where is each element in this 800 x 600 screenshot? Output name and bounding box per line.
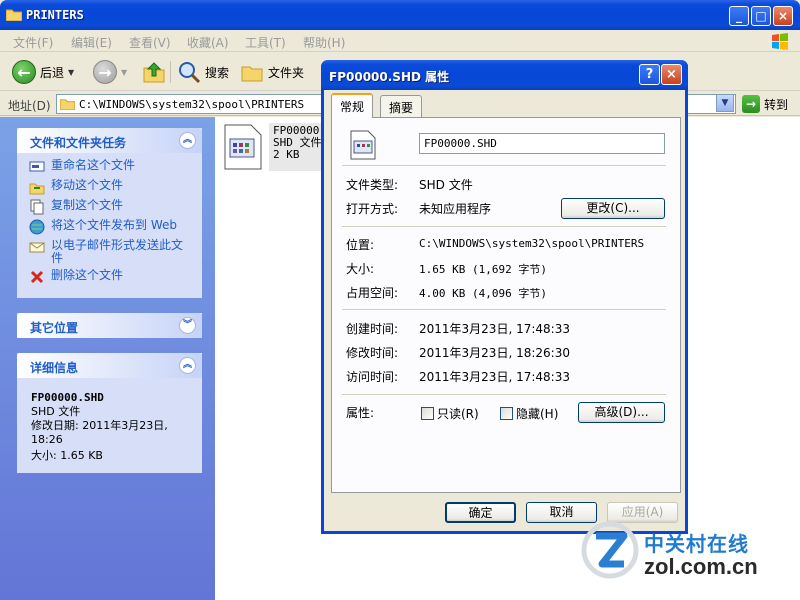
up-folder-icon — [143, 62, 165, 83]
separator — [342, 226, 666, 228]
location-label: 位置: — [346, 238, 375, 252]
toolbar-separator — [170, 61, 171, 83]
up-folder-button[interactable] — [142, 59, 166, 85]
forward-arrow-icon: → — [93, 60, 117, 84]
file-icon — [350, 130, 376, 160]
attributes-label: 属性: — [346, 406, 375, 420]
general-tab-page: FP00000.SHD 文件类型: SHD 文件 打开方式: 未知应用程序 更改… — [331, 117, 681, 493]
menu-view[interactable]: 查看(V) — [129, 34, 171, 51]
other-places-header[interactable]: 其它位置 ︾ — [17, 313, 202, 338]
menubar: 文件(F) 编辑(E) 查看(V) 收藏(A) 工具(T) 帮助(H) — [0, 30, 800, 52]
address-dropdown-icon[interactable]: ▼ — [716, 94, 734, 112]
email-icon — [29, 242, 45, 253]
task-copy[interactable]: 复制这个文件 — [29, 199, 190, 215]
dialog-titlebar[interactable]: FP00000.SHD 属性 ? × — [321, 60, 688, 90]
search-button[interactable]: 搜索 — [177, 59, 229, 85]
zol-watermark: 中关村在线 zol.com.cn — [580, 520, 795, 590]
location-value: C:\WINDOWS\system32\spool\PRINTERS — [419, 237, 645, 250]
folder-icon — [6, 9, 22, 21]
windows-logo-icon — [772, 33, 788, 50]
back-arrow-icon: ← — [12, 60, 36, 84]
separator — [342, 309, 666, 311]
menu-tools[interactable]: 工具(T) — [245, 34, 286, 51]
dialog-title: FP00000.SHD 属性 — [329, 70, 450, 84]
change-button[interactable]: 更改(C)... — [561, 198, 665, 219]
open-with-label: 打开方式: — [346, 202, 399, 216]
other-places-panel: 其它位置 ︾ — [17, 313, 202, 338]
separator — [342, 165, 666, 167]
task-publish-web[interactable]: 将这个文件发布到 Web — [29, 219, 190, 235]
collapse-chevron-icon[interactable]: ︽ — [179, 357, 196, 374]
close-button[interactable]: × — [773, 6, 793, 26]
back-button[interactable]: ← 后退 ▼ — [12, 59, 74, 85]
window-title: PRINTERS — [26, 8, 84, 22]
move-icon — [29, 183, 45, 195]
modified-label: 修改时间: — [346, 346, 399, 360]
forward-dropdown-icon[interactable]: ▼ — [121, 68, 127, 77]
maximize-button[interactable]: □ — [751, 6, 771, 26]
menu-edit[interactable]: 编辑(E) — [71, 34, 112, 51]
advanced-button[interactable]: 高级(D)... — [578, 402, 665, 423]
file-type-label: 文件类型: — [346, 178, 399, 192]
details-type: SHD 文件 — [31, 405, 81, 418]
folders-button[interactable]: 文件夹 — [240, 59, 304, 85]
expand-chevron-icon[interactable]: ︾ — [179, 317, 196, 334]
task-email[interactable]: 以电子邮件形式发送此文件 — [29, 239, 190, 265]
go-button[interactable]: → 转到 — [742, 95, 788, 113]
task-move[interactable]: 移动这个文件 — [29, 179, 190, 195]
file-type-value: SHD 文件 — [419, 178, 473, 192]
menu-file[interactable]: 文件(F) — [13, 34, 53, 51]
open-with-value: 未知应用程序 — [419, 202, 492, 216]
ok-button[interactable]: 确定 — [445, 502, 516, 523]
go-arrow-icon: → — [742, 95, 760, 113]
task-pane: 文件和文件夹任务 ︽ 重命名这个文件 移动这个文件 复制这个文件 将这个文件发布… — [0, 117, 215, 600]
tab-general[interactable]: 常规 — [331, 93, 374, 118]
created-label: 创建时间: — [346, 322, 399, 336]
forward-button[interactable]: → ▼ — [93, 59, 127, 85]
address-label: 地址(D) — [8, 99, 51, 113]
size-on-disk-value: 4.00 KB (4,096 字节) — [419, 287, 547, 300]
modified-value: 2011年3月23日, 18:26:30 — [419, 346, 570, 360]
size-label: 大小: — [346, 262, 375, 276]
dialog-close-button[interactable]: × — [661, 64, 682, 85]
filename-field[interactable]: FP00000.SHD — [419, 133, 665, 154]
details-modified: 修改日期: 2011年3月23日, 18:26 — [31, 419, 168, 446]
collapse-chevron-icon[interactable]: ︽ — [179, 132, 196, 149]
minimize-button[interactable]: _ — [729, 6, 749, 26]
details-size: 大小: 1.65 KB — [31, 449, 103, 462]
globe-icon — [29, 219, 45, 235]
readonly-checkbox[interactable]: 只读(R) — [421, 405, 479, 422]
back-dropdown-icon[interactable]: ▼ — [68, 68, 74, 77]
size-value: 1.65 KB (1,692 字节) — [419, 263, 547, 276]
rename-icon — [29, 161, 45, 172]
menu-help[interactable]: 帮助(H) — [303, 34, 345, 51]
properties-dialog: FP00000.SHD 属性 ? × 常规 摘要 FP00000.SHD 文件类… — [321, 60, 688, 534]
file-tasks-header[interactable]: 文件和文件夹任务 ︽ — [17, 128, 202, 153]
watermark-cn: 中关村在线 — [644, 532, 749, 556]
task-rename[interactable]: 重命名这个文件 — [29, 159, 190, 175]
search-icon — [179, 62, 201, 84]
file-icon — [224, 124, 262, 170]
hidden-checkbox[interactable]: 隐藏(H) — [500, 405, 558, 422]
zol-logo-icon — [581, 521, 639, 579]
task-delete[interactable]: 删除这个文件 — [29, 269, 190, 285]
created-value: 2011年3月23日, 17:48:33 — [419, 322, 570, 336]
accessed-label: 访问时间: — [346, 370, 399, 384]
file-tasks-panel: 文件和文件夹任务 ︽ 重命名这个文件 移动这个文件 复制这个文件 将这个文件发布… — [17, 128, 202, 298]
folder-icon — [60, 99, 75, 110]
folders-icon — [241, 66, 263, 82]
explorer-titlebar[interactable]: PRINTERS _ □ × — [0, 0, 800, 30]
delete-icon — [30, 270, 44, 284]
size-on-disk-label: 占用空间: — [346, 286, 399, 300]
accessed-value: 2011年3月23日, 17:48:33 — [419, 370, 570, 384]
watermark-en: zol.com.cn — [644, 554, 758, 579]
details-panel: 详细信息 ︽ FP00000.SHD SHD 文件 修改日期: 2011年3月2… — [17, 353, 202, 473]
menu-favorites[interactable]: 收藏(A) — [187, 34, 229, 51]
copy-icon — [30, 199, 44, 215]
details-filename: FP00000.SHD — [31, 391, 104, 404]
details-header[interactable]: 详细信息 ︽ — [17, 353, 202, 378]
tab-summary[interactable]: 摘要 — [380, 95, 423, 117]
help-button[interactable]: ? — [639, 64, 660, 85]
separator — [342, 394, 666, 396]
